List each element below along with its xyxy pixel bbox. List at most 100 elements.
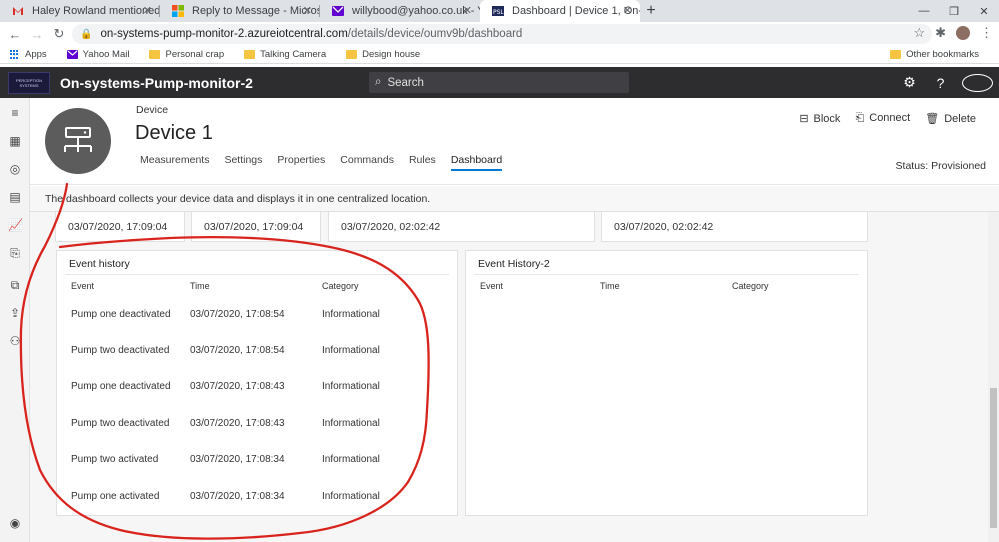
dashboard-icon[interactable]: ▦ — [8, 134, 22, 148]
time-cell: 03/07/2020, 17:08:54 — [190, 345, 285, 356]
bookmark-label: Design house — [362, 49, 421, 60]
browser-tab-title: willybood@yahoo.co.uk - Yahoo — [352, 5, 480, 17]
device-status: Status: Provisioned — [895, 160, 986, 172]
hamburger-menu-icon[interactable]: ≡ — [8, 106, 22, 120]
jobs-icon[interactable]: ⎘ — [8, 246, 22, 260]
time-cell: 03/07/2020, 17:08:43 — [190, 418, 285, 429]
close-window-icon[interactable]: ✕ — [969, 0, 999, 22]
tab-dashboard[interactable]: Dashboard — [450, 154, 503, 171]
administration-icon[interactable]: ⚇ — [8, 334, 22, 348]
folder-icon — [149, 50, 161, 59]
close-icon[interactable]: ✕ — [143, 4, 152, 17]
time-cell: 03/07/2020, 17:08:43 — [190, 381, 285, 392]
bookmark-folder[interactable]: Design house — [346, 49, 420, 60]
app-logo[interactable]: PERCEPTION SYSTEMS — [8, 71, 50, 94]
data-export-icon[interactable]: ⇪ — [8, 306, 22, 320]
bookmark-folder[interactable]: Talking Camera — [244, 49, 326, 60]
connect-button[interactable]: ⎗ Connect — [855, 112, 910, 125]
device-name: Device 1 — [135, 122, 213, 144]
tab-commands[interactable]: Commands — [340, 154, 394, 171]
url-input[interactable]: 🔒 on-systems-pump-monitor-2.azureiotcent… — [72, 24, 932, 44]
gear-icon[interactable]: ⚙ — [894, 74, 925, 91]
delete-label: Delete — [944, 113, 976, 125]
new-tab-button[interactable]: + — [640, 0, 662, 22]
user-account-icon[interactable] — [962, 73, 993, 92]
column-header-time: Time — [190, 281, 210, 291]
devices-icon[interactable]: ◎ — [8, 162, 22, 176]
back-arrow-icon[interactable]: ← — [4, 27, 26, 42]
reload-icon[interactable]: ↻ — [48, 26, 70, 42]
extensions-icon[interactable]: ✱ — [935, 25, 946, 41]
panel-divider — [474, 274, 859, 275]
forward-arrow-icon[interactable]: → — [26, 27, 48, 42]
column-header-category: Category — [322, 281, 359, 291]
search-icon: ⌕ — [375, 76, 382, 88]
close-icon[interactable]: ✕ — [623, 4, 632, 17]
event-history-2-panel: Event History-2 Event Time Category — [465, 250, 868, 516]
yahoo-mail-icon — [66, 50, 78, 59]
dashboard-area: 03/07/2020, 17:09:04 03/07/2020, 17:09:0… — [30, 212, 988, 542]
analytics-icon[interactable]: 📈 — [8, 218, 23, 232]
bookmark-label: Yahoo Mail — [82, 49, 130, 60]
psl-icon: PSL — [492, 6, 504, 16]
block-button[interactable]: ⊟ Block — [799, 112, 840, 125]
bookmark-label: Other bookmarks — [906, 49, 979, 60]
column-header-time: Time — [600, 281, 620, 291]
browser-tab-title: Dashboard | Device 1, On-system — [512, 5, 640, 17]
close-icon[interactable]: ✕ — [463, 4, 472, 17]
profile-avatar[interactable] — [956, 26, 970, 40]
other-bookmarks[interactable]: Other bookmarks — [890, 49, 979, 60]
security-icon[interactable]: ◉ — [8, 516, 22, 530]
tab-measurements[interactable]: Measurements — [140, 154, 209, 171]
star-icon[interactable]: ☆ — [913, 25, 925, 41]
device-templates-icon[interactable]: ⧉ — [8, 278, 22, 292]
category-cell: Informational — [322, 491, 380, 502]
browser-tab-title: Haley Rowland mentioned you in — [32, 5, 160, 17]
column-header-category: Category — [732, 281, 769, 291]
bookmark-apps[interactable]: Apps — [10, 49, 47, 60]
bookmark-yahoo-mail[interactable]: Yahoo Mail — [66, 49, 130, 60]
url-host: on-systems-pump-monitor-2.azureiotcentra… — [100, 28, 348, 40]
tab-properties[interactable]: Properties — [277, 154, 325, 171]
browser-tab[interactable]: willybood@yahoo.co.uk - Yahoo ✕ — [320, 0, 480, 22]
tab-rules[interactable]: Rules — [409, 154, 436, 171]
tile-timestamp: 03/07/2020, 17:09:04 — [191, 212, 321, 242]
device-groups-icon[interactable]: ▤ — [8, 190, 22, 204]
bookmark-label: Apps — [25, 49, 47, 60]
panel-title: Event history — [69, 258, 130, 270]
lock-icon: 🔒 — [80, 28, 93, 40]
browser-tab-active[interactable]: PSL Dashboard | Device 1, On-system ✕ — [480, 0, 640, 22]
category-cell: Informational — [322, 345, 380, 356]
column-header-event: Event — [71, 281, 95, 291]
search-placeholder: Search — [387, 76, 424, 89]
block-label: Block — [813, 113, 841, 125]
trash-icon: 🗑 — [925, 113, 940, 125]
time-cell: 03/07/2020, 17:08:54 — [190, 309, 285, 320]
app-title[interactable]: On-systems-Pump-monitor-2 — [60, 75, 253, 91]
more-menu-icon[interactable]: ⋮ — [980, 25, 993, 41]
delete-button[interactable]: 🗑 Delete — [925, 112, 976, 125]
help-icon[interactable]: ? — [925, 75, 956, 91]
page-scrollbar[interactable] — [988, 212, 999, 542]
browser-tab[interactable]: Reply to Message - Microsoft Tec ✕ — [160, 0, 320, 22]
minimize-icon[interactable]: — — [909, 0, 939, 22]
bookmark-folder[interactable]: Personal crap — [149, 49, 224, 60]
restore-icon[interactable]: ❐ — [939, 0, 969, 22]
bookmark-label: Personal crap — [165, 49, 225, 60]
device-type-label: Device — [136, 104, 169, 116]
url-path: /details/device/oumv9b/dashboard — [347, 28, 523, 40]
svg-text:PSL: PSL — [493, 9, 504, 16]
device-icon — [64, 127, 92, 152]
device-avatar — [45, 108, 111, 174]
tab-settings[interactable]: Settings — [224, 154, 262, 171]
device-actions: ⊟ Block ⎗ Connect 🗑 Delete — [799, 112, 976, 125]
close-icon[interactable]: ✕ — [303, 4, 312, 17]
search-input[interactable]: ⌕ Search — [369, 72, 629, 93]
scrollbar-thumb[interactable] — [990, 388, 997, 528]
gmail-icon — [13, 7, 23, 15]
event-cell: Pump one activated — [71, 491, 160, 502]
event-history-panel: Event history Event Time Category Pump o… — [56, 250, 458, 516]
event-cell: Pump two deactivated — [71, 418, 170, 429]
category-cell: Informational — [322, 381, 380, 392]
browser-tab[interactable]: Haley Rowland mentioned you in ✕ — [0, 0, 160, 22]
